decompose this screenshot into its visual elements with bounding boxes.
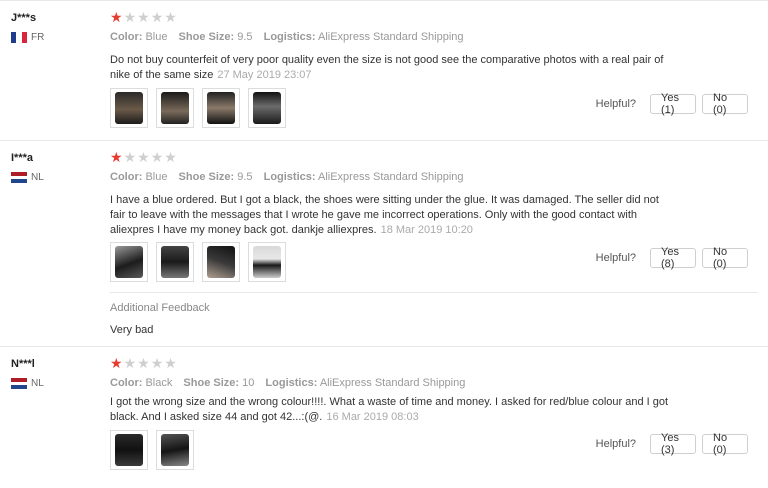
logistics-label: Logistics:	[263, 171, 316, 183]
photo-thumbnail[interactable]	[110, 242, 148, 282]
additional-feedback-title: Additional Feedback	[110, 302, 210, 314]
star-empty-icon: ★	[123, 9, 137, 25]
helpful-vote: Helpful? Yes (1) No (0)	[595, 92, 748, 116]
additional-feedback-text: Very bad	[110, 324, 154, 336]
helpful-yes-button[interactable]: Yes (3)	[650, 432, 696, 456]
star-filled-icon: ★	[110, 9, 123, 25]
divider	[110, 292, 758, 293]
review-text: Do not buy counterfeit of very poor qual…	[110, 53, 670, 83]
helpful-no-button[interactable]: No (0)	[702, 246, 748, 270]
review-body: Do not buy counterfeit of very poor qual…	[110, 54, 664, 81]
logistics-value: AliExpress Standard Shipping	[318, 31, 464, 43]
reviewer-country: FR	[11, 32, 44, 43]
star-empty-icon: ★	[164, 149, 177, 165]
star-empty-icon: ★	[150, 355, 164, 371]
country-code: NL	[31, 378, 44, 389]
helpful-label: Helpful?	[595, 98, 636, 110]
color-value: Black	[145, 377, 173, 389]
star-empty-icon: ★	[164, 9, 177, 25]
helpful-vote: Helpful? Yes (8) No (0)	[595, 246, 748, 270]
star-filled-icon: ★	[110, 355, 123, 371]
shoe-size-value: 9.5	[237, 171, 253, 183]
netherlands-flag-icon	[11, 172, 27, 184]
photo-thumbnails	[110, 242, 294, 282]
helpful-label: Helpful?	[595, 438, 636, 450]
photo-thumbnail[interactable]	[156, 242, 194, 282]
review-item: N***l NL ★ ★ ★ ★ ★ Color: Black Shoe Size: 1…	[0, 346, 768, 488]
star-empty-icon: ★	[137, 355, 150, 371]
color-value: Blue	[145, 31, 168, 43]
review-date: 27 May 2019 23:07	[217, 69, 312, 81]
reviewer-name: N***l	[11, 358, 35, 370]
review-text: I have a blue ordered. But I got a black…	[110, 193, 670, 238]
photo-thumbnail[interactable]	[248, 242, 286, 282]
reviewer-name: J***s	[11, 12, 37, 24]
star-empty-icon: ★	[150, 149, 164, 165]
reviewer-name: I***a	[11, 152, 34, 164]
star-empty-icon: ★	[123, 149, 137, 165]
reviewer-country: NL	[11, 378, 44, 390]
star-empty-icon: ★	[137, 149, 150, 165]
photo-thumbnails	[110, 88, 294, 128]
color-label: Color:	[110, 31, 143, 43]
star-empty-icon: ★	[123, 355, 137, 371]
review-item: I***a NL ★ ★ ★ ★ ★ Color: Blue Shoe Size: 9.…	[0, 140, 768, 346]
photo-thumbnail[interactable]	[202, 242, 240, 282]
shoe-size-label: Shoe Size:	[178, 171, 235, 183]
photo-thumbnail[interactable]	[110, 88, 148, 128]
logistics-value: AliExpress Standard Shipping	[318, 171, 464, 183]
star-empty-icon: ★	[137, 9, 150, 25]
star-rating: ★ ★ ★ ★ ★	[110, 10, 178, 24]
order-attributes: Color: Black Shoe Size: 10 Logistics: Al…	[110, 377, 473, 389]
logistics-label: Logistics:	[265, 377, 318, 389]
helpful-vote: Helpful? Yes (3) No (0)	[595, 432, 748, 456]
review-date: 16 Mar 2019 08:03	[326, 411, 419, 423]
color-label: Color:	[110, 377, 143, 389]
shoe-size-label: Shoe Size:	[178, 31, 235, 43]
helpful-no-button[interactable]: No (0)	[702, 92, 748, 116]
helpful-yes-button[interactable]: Yes (1)	[650, 92, 696, 116]
logistics-value: AliExpress Standard Shipping	[319, 377, 466, 389]
review-item: J***s FR ★ ★ ★ ★ ★ Color: Blue Shoe Size: 9.…	[0, 0, 768, 140]
review-text: I got the wrong size and the wrong colou…	[110, 395, 670, 425]
shoe-size-value: 10	[242, 377, 255, 389]
shoe-size-label: Shoe Size:	[183, 377, 240, 389]
helpful-yes-button[interactable]: Yes (8)	[650, 246, 696, 270]
photo-thumbnail[interactable]	[156, 430, 194, 470]
photo-thumbnails	[110, 430, 202, 470]
star-rating: ★ ★ ★ ★ ★	[110, 150, 178, 164]
photo-thumbnail[interactable]	[156, 88, 194, 128]
photo-thumbnail[interactable]	[248, 88, 286, 128]
order-attributes: Color: Blue Shoe Size: 9.5 Logistics: Al…	[110, 31, 472, 43]
helpful-label: Helpful?	[595, 252, 636, 264]
helpful-no-button[interactable]: No (0)	[702, 432, 748, 456]
star-filled-icon: ★	[110, 149, 123, 165]
logistics-label: Logistics:	[263, 31, 316, 43]
country-code: FR	[31, 32, 45, 43]
reviewer-country: NL	[11, 172, 44, 184]
photo-thumbnail[interactable]	[202, 88, 240, 128]
shoe-size-value: 9.5	[237, 31, 253, 43]
star-rating: ★ ★ ★ ★ ★	[110, 356, 178, 370]
color-value: Blue	[145, 171, 168, 183]
review-date: 18 Mar 2019 10:20	[380, 224, 473, 236]
country-code: NL	[31, 172, 44, 183]
star-empty-icon: ★	[150, 9, 164, 25]
color-label: Color:	[110, 171, 143, 183]
photo-thumbnail[interactable]	[110, 430, 148, 470]
order-attributes: Color: Blue Shoe Size: 9.5 Logistics: Al…	[110, 171, 472, 183]
star-empty-icon: ★	[164, 355, 177, 371]
netherlands-flag-icon	[11, 378, 27, 390]
france-flag-icon	[11, 32, 27, 43]
